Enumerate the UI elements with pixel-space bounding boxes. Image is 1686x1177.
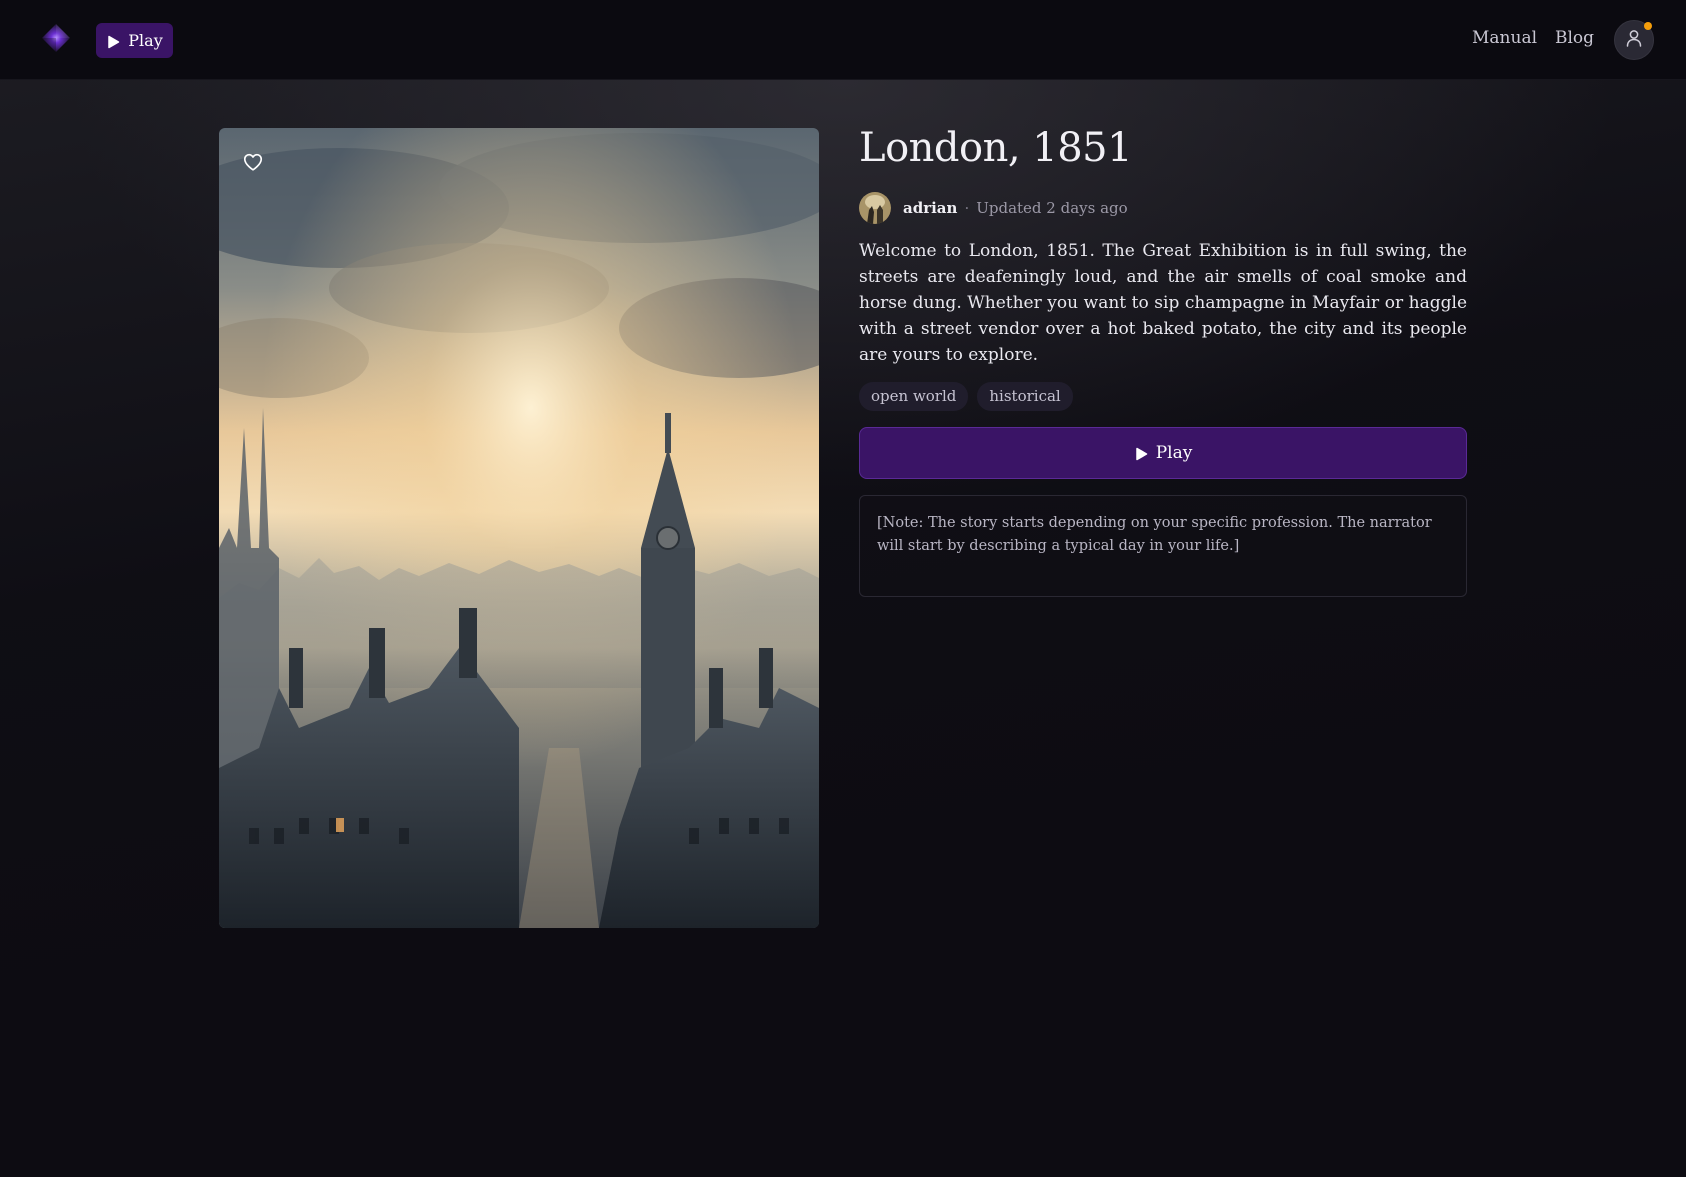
notification-dot bbox=[1644, 22, 1652, 30]
author-meta: adrian · Updated 2 days ago bbox=[859, 192, 1467, 224]
nav-blog-link[interactable]: Blog bbox=[1555, 28, 1594, 48]
page-title: London, 1851 bbox=[859, 125, 1133, 171]
heart-icon bbox=[242, 151, 264, 173]
favorite-button[interactable] bbox=[239, 148, 267, 176]
game-details: London, 1851 adrian · Updated 2 days ago… bbox=[859, 120, 1467, 597]
story-note: [Note: The story starts depending on you… bbox=[859, 495, 1467, 597]
author-avatar[interactable] bbox=[859, 192, 891, 224]
play-button[interactable]: Play bbox=[859, 427, 1467, 479]
author-name[interactable]: adrian bbox=[903, 199, 957, 217]
header-play-label: Play bbox=[128, 31, 163, 50]
play-icon bbox=[1134, 446, 1148, 461]
meta-separator: · bbox=[964, 199, 970, 217]
play-button-label: Play bbox=[1155, 443, 1193, 463]
user-icon bbox=[1624, 28, 1644, 52]
tag-historical[interactable]: historical bbox=[977, 382, 1073, 411]
game-description: Welcome to London, 1851. The Great Exhib… bbox=[859, 241, 1467, 365]
top-navigation: Play Manual Blog bbox=[0, 0, 1686, 80]
nav-manual-link[interactable]: Manual bbox=[1472, 28, 1537, 48]
diamond-gem-icon[interactable] bbox=[40, 22, 72, 54]
updated-timestamp: Updated 2 days ago bbox=[976, 199, 1128, 217]
header-play-button[interactable]: Play bbox=[96, 23, 173, 58]
tag-open-world[interactable]: open world bbox=[859, 382, 969, 411]
profile-button[interactable] bbox=[1614, 20, 1654, 60]
play-icon bbox=[106, 34, 120, 48]
tag-list: open world historical bbox=[859, 382, 1467, 411]
game-cover-image bbox=[219, 128, 819, 928]
